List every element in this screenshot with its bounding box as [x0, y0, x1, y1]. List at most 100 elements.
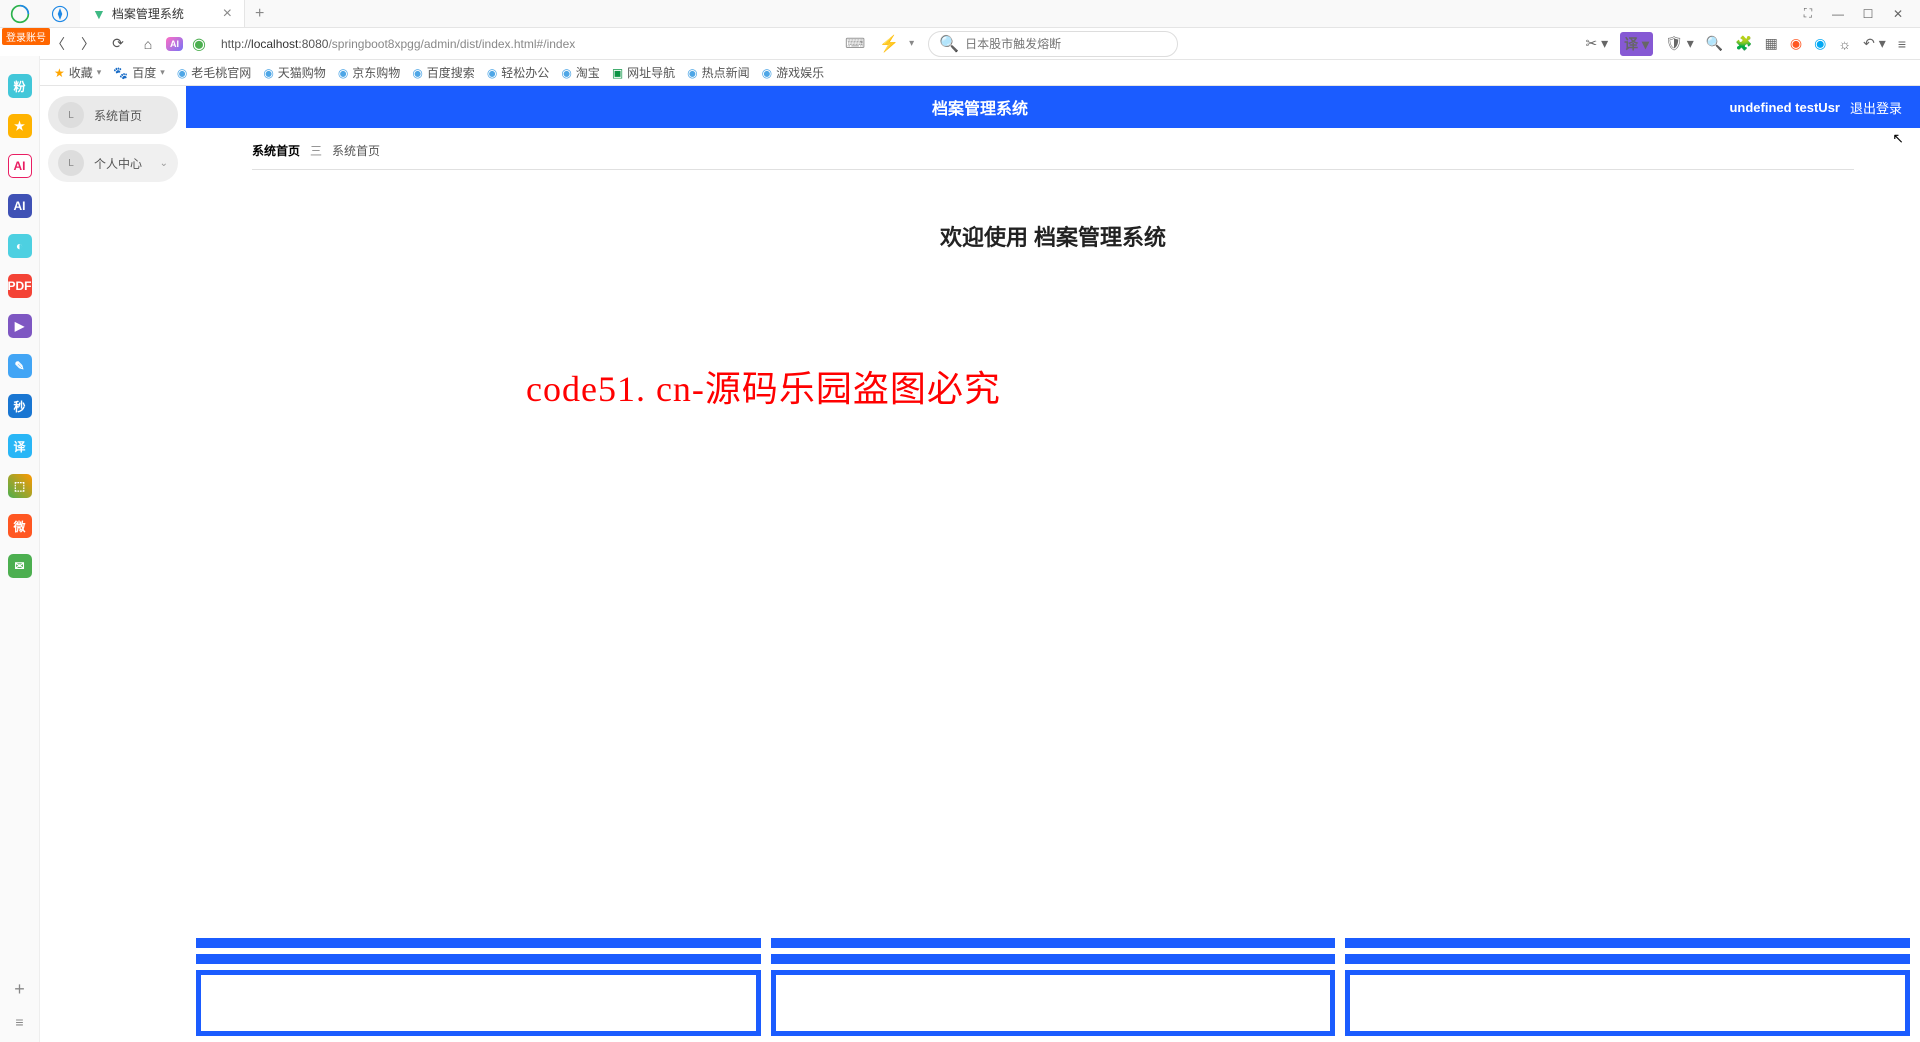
globe-icon: ◉ [263, 66, 273, 80]
bookmark-item[interactable]: ◉轻松办公 [487, 64, 550, 81]
os-icon-7[interactable]: ▶ [8, 314, 32, 338]
circle-icon[interactable]: ◉ [1790, 35, 1802, 52]
bookmarks-bar: ★收藏 ▾ 🐾百度 ▾ ◉老毛桃官网 ◉天猫购物 ◉京东购物 ◉百度搜索 ◉轻松… [0, 60, 1920, 86]
grid-cell [771, 938, 1336, 948]
os-icon-8[interactable]: ✎ [8, 354, 32, 378]
apps-grid-icon[interactable]: ▦ [1765, 35, 1778, 52]
browser-tab-strip: ▼ 档案管理系统 × + ⛶ — ☐ ✕ [0, 0, 1920, 28]
os-icon-6[interactable]: PDF [8, 274, 32, 298]
os-icon-4[interactable]: AI [8, 194, 32, 218]
os-icon-1[interactable]: 粉 [8, 74, 32, 98]
green-square-icon: ▣ [612, 66, 623, 80]
zoom-icon[interactable]: 🔍 [1706, 35, 1723, 52]
pip-button[interactable]: ⛶ [1794, 4, 1822, 24]
app-title: 档案管理系统 [932, 95, 1028, 119]
chevron-down-icon[interactable]: ▾ [909, 38, 914, 49]
bookmark-item[interactable]: ◉老毛桃官网 [177, 64, 252, 81]
lightning-icon[interactable]: ⚡ [875, 34, 903, 54]
login-badge[interactable]: 登录账号 [2, 28, 50, 45]
translate-icon[interactable]: 译 ▾ [1620, 32, 1653, 56]
bookmark-item[interactable]: ◉游戏娱乐 [762, 64, 825, 81]
sidebar-item-label: 个人中心 [94, 155, 142, 172]
breadcrumb-root[interactable]: 系统首页 [252, 142, 300, 159]
paw-icon: 🐾 [113, 66, 128, 80]
globe-icon: ◉ [338, 66, 348, 80]
app-header: 档案管理系统 undefined testUsr 退出登录 ↖ [186, 86, 1920, 128]
chevron-down-icon: ⌄ [160, 158, 168, 169]
globe-icon: ◉ [687, 66, 697, 80]
minimize-button[interactable]: — [1824, 4, 1852, 24]
keyboard-icon[interactable]: ⌨ [841, 35, 869, 52]
grid-cell [1345, 970, 1910, 1036]
bookmark-item[interactable]: ◉天猫购物 [263, 64, 326, 81]
tab-close-icon[interactable]: × [223, 5, 232, 23]
avatar-icon: L [58, 102, 84, 128]
search-input[interactable] [965, 37, 1167, 51]
close-window-button[interactable]: ✕ [1884, 4, 1912, 24]
menu-icon[interactable]: ≡ [1898, 36, 1906, 52]
globe-icon: ◉ [177, 66, 187, 80]
new-tab-button[interactable]: + [245, 5, 274, 23]
grid-cell [771, 970, 1336, 1036]
os-icon-13[interactable]: ✉ [8, 554, 32, 578]
home-button[interactable]: ⌂ [136, 32, 160, 56]
ai-badge-icon[interactable]: AI [166, 37, 183, 51]
os-icon-9[interactable]: 秒 [8, 394, 32, 418]
bookmark-item[interactable]: 🐾百度 ▾ [113, 64, 165, 81]
toolbar-icons: ✂ ▾ 译 ▾ 🛡 ▾ 🔍 🧩 ▦ ◉ ◉ ☼ ↶ ▾ ≡ [1586, 32, 1915, 56]
os-icon-2[interactable]: ★ [8, 114, 32, 138]
shield-orange-icon[interactable]: 🛡 ▾ [1665, 35, 1694, 52]
breadcrumb-sep-icon: 三 [310, 142, 322, 159]
scissors-icon[interactable]: ✂ ▾ [1586, 35, 1609, 52]
globe-icon: ◉ [487, 66, 497, 80]
app-main: 档案管理系统 undefined testUsr 退出登录 ↖ 系统首页 三 系… [186, 86, 1920, 1042]
globe-icon: ◉ [412, 66, 422, 80]
shield-icon[interactable]: ◉ [189, 34, 209, 54]
browser-logo-icon [0, 4, 40, 24]
os-icon-10[interactable]: 译 [8, 434, 32, 458]
url-port: :8080 [298, 37, 328, 51]
sidebar-item-home[interactable]: L 系统首页 [48, 96, 178, 134]
address-bar-row: 〈 〉 ⟳ ⌂ AI ◉ http://localhost:8080/sprin… [0, 28, 1920, 60]
search-icon: 🔍 [939, 34, 959, 54]
url-host: localhost [251, 37, 298, 51]
os-icon-12[interactable]: 微 [8, 514, 32, 538]
os-icon-5[interactable]: ◐ [8, 234, 32, 258]
grid-cell [196, 970, 761, 1036]
window-controls: ⛶ — ☐ ✕ [1794, 4, 1920, 24]
globe-icon: ◉ [561, 66, 571, 80]
url-path: /springboot8xpgg/admin/dist/index.html#/… [328, 37, 575, 51]
bookmark-item[interactable]: ◉百度搜索 [412, 64, 475, 81]
vue-favicon-icon: ▼ [92, 6, 106, 22]
os-sidebar: 粉 ★ AI AI ◐ PDF ▶ ✎ 秒 译 ⬚ 微 ✉ + ≡ [0, 56, 40, 1042]
puzzle-icon[interactable]: 🧩 [1735, 35, 1752, 52]
tab-title: 档案管理系统 [112, 5, 217, 22]
search-box[interactable]: 🔍 [928, 31, 1178, 57]
logout-link[interactable]: 退出登录 [1850, 98, 1902, 117]
gear-icon[interactable]: ☼ [1838, 36, 1851, 52]
sidebar-item-personal[interactable]: L 个人中心 ⌄ [48, 144, 178, 182]
watermark-text: code51. cn-源码乐园盗图必究 [526, 360, 1001, 412]
globe-icon[interactable]: ◉ [1814, 35, 1826, 52]
bookmark-item[interactable]: ◉热点新闻 [687, 64, 750, 81]
compass-icon[interactable] [40, 5, 80, 23]
grid-cell [771, 954, 1336, 964]
undo-icon[interactable]: ↶ ▾ [1863, 35, 1886, 52]
bookmark-favorites[interactable]: ★收藏 ▾ [54, 64, 101, 81]
bookmark-item[interactable]: ◉淘宝 [561, 64, 600, 81]
avatar-icon: L [58, 150, 84, 176]
browser-tab-active[interactable]: ▼ 档案管理系统 × [80, 0, 245, 27]
url-input[interactable]: http://localhost:8080/springboot8xpgg/ad… [215, 37, 835, 51]
add-icon[interactable]: + [14, 979, 25, 1000]
maximize-button[interactable]: ☐ [1854, 4, 1882, 24]
os-icon-11[interactable]: ⬚ [8, 474, 32, 498]
grid-cell [1345, 938, 1910, 948]
breadcrumb-current: 系统首页 [332, 142, 380, 159]
content-area: 欢迎使用 档案管理系统 code51. cn-源码乐园盗图必究 [186, 170, 1920, 1042]
list-icon[interactable]: ≡ [15, 1014, 23, 1030]
bookmark-item[interactable]: ◉京东购物 [338, 64, 401, 81]
reload-button[interactable]: ⟳ [106, 32, 130, 56]
bookmark-item[interactable]: ▣网址导航 [612, 64, 675, 81]
os-icon-3[interactable]: AI [8, 154, 32, 178]
forward-button[interactable]: 〉 [76, 32, 100, 56]
